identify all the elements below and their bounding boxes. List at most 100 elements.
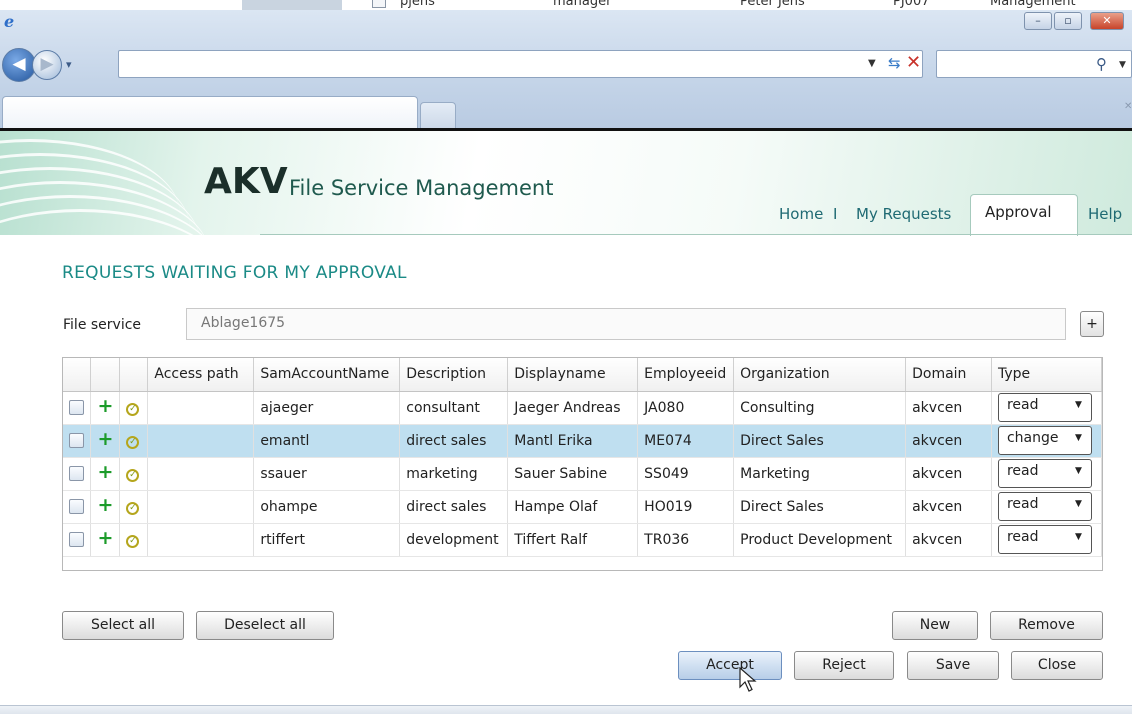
tab-close-icon[interactable]: ✕ [1124,101,1132,112]
type-select-value: read [1006,463,1039,479]
cell-employeeid: ME074 [637,424,735,458]
type-select[interactable]: change ▼ [997,426,1092,455]
row-checkbox[interactable] [69,433,84,448]
nav-home[interactable]: Home [779,205,823,223]
cell-organization: Consulting [733,391,907,425]
refresh-icon[interactable]: ⇆ [888,54,901,72]
table-row[interactable]: + ✓ emantl direct sales Mantl Erika ME074 Dire… [63,424,1102,458]
maximize-button[interactable]: ▫ [1054,12,1082,30]
row-checkbox-cell [63,391,92,425]
add-file-service-button[interactable]: + [1080,311,1104,337]
deselect-all-button[interactable]: Deselect all [196,611,334,640]
column-header-employeeid[interactable]: Employeeid [637,358,735,392]
table-row[interactable]: + ✓ ajaeger consultant Jaeger Andreas JA080 Co… [63,391,1102,425]
row-checkbox[interactable] [69,499,84,514]
window-close-button[interactable]: ✕ [1090,12,1124,30]
type-select-value: read [1006,496,1039,512]
table-row[interactable]: + ✓ rtiffert development Tiffert Ralf TR036 Pr… [63,523,1102,557]
add-icon[interactable]: + [97,527,113,549]
column-header-domain[interactable]: Domain [905,358,992,392]
file-service-label: File service [63,317,142,333]
search-icon[interactable]: ⚲ [1096,55,1107,73]
add-icon[interactable]: + [97,395,113,417]
approved-check-icon: ✓ [126,469,140,482]
cell-description: consultant [399,391,509,425]
header-status [119,358,149,392]
row-status-cell: ✓ [119,391,149,425]
background-username: pjens [400,0,435,9]
column-header-organization[interactable]: Organization [733,358,907,392]
cell-access-path [147,424,255,458]
cell-organization: Direct Sales [733,490,907,524]
approved-check-icon: ✓ [126,436,140,449]
column-header-description[interactable]: Description [399,358,509,392]
cell-displayname: Jaeger Andreas [507,391,639,425]
row-add-cell: + [90,424,121,458]
back-button[interactable]: ◀ [2,48,36,82]
table-row[interactable]: + ✓ ohampe direct sales Hampe Olaf HO019 Direc… [63,490,1102,524]
cell-domain: akvcen [905,391,992,425]
reject-button[interactable]: Reject [794,651,894,680]
type-select[interactable]: read ▼ [997,492,1092,521]
row-add-cell: + [90,391,121,425]
add-icon[interactable]: + [97,494,113,516]
cell-domain: akvcen [905,523,992,557]
row-add-cell: + [90,457,121,491]
minimize-button[interactable]: – [1024,12,1052,30]
add-icon[interactable]: + [97,461,113,483]
cell-access-path [147,523,255,557]
browser-tab-row: ✕ [0,96,1132,128]
row-status-cell: ✓ [119,424,149,458]
nav-approval-tab[interactable]: Approval [970,194,1078,236]
file-service-field[interactable]: Ablage1675 [186,308,1066,340]
background-app-row: pjens manager Peter Jens PJ007 Managemen… [0,0,1132,10]
background-id: PJ007 [893,0,930,9]
background-header-block [242,0,342,10]
stop-icon[interactable]: ✕ [906,52,921,73]
row-checkbox[interactable] [69,466,84,481]
address-bar[interactable] [118,50,923,78]
column-header-displayname[interactable]: Displayname [507,358,639,392]
search-dropdown-icon[interactable]: ▼ [1119,60,1126,70]
approved-check-icon: ✓ [126,502,140,515]
cell-sam: emantl [253,424,401,458]
type-select-value: change [1006,430,1059,446]
cell-sam: ajaeger [253,391,401,425]
type-select[interactable]: read ▼ [997,525,1092,554]
row-checkbox[interactable] [69,532,84,547]
cell-type: read ▼ [991,490,1102,524]
app-page: AKV File Service Management Home I My Re… [0,128,1132,714]
row-checkbox-cell [63,424,92,458]
background-role: manager [553,0,612,9]
remove-button[interactable]: Remove [990,611,1103,640]
nav-my-requests[interactable]: My Requests [856,205,951,223]
cell-organization: Product Development [733,523,907,557]
cell-access-path [147,391,255,425]
row-checkbox[interactable] [69,400,84,415]
type-select[interactable]: read ▼ [997,393,1092,422]
add-icon[interactable]: + [97,428,113,450]
new-button[interactable]: New [892,611,978,640]
table-row[interactable]: + ✓ ssauer marketing Sauer Sabine SS049 Market… [63,457,1102,491]
nav-help[interactable]: Help [1088,205,1122,223]
forward-button[interactable]: ▶ [32,50,62,80]
address-dropdown-icon[interactable]: ▼ [868,58,876,69]
close-button[interactable]: Close [1011,651,1103,680]
row-checkbox-cell [63,523,92,557]
type-select[interactable]: read ▼ [997,459,1092,488]
column-header-access-path[interactable]: Access path [147,358,255,392]
select-all-button[interactable]: Select all [62,611,184,640]
cell-sam: ohampe [253,490,401,524]
history-dropdown-icon[interactable]: ▾ [66,58,72,71]
save-button[interactable]: Save [907,651,999,680]
type-select-value: read [1006,529,1039,545]
cell-organization: Marketing [733,457,907,491]
cell-description: marketing [399,457,509,491]
browser-status-bar [0,705,1132,714]
mouse-pointer-icon [739,667,757,692]
accept-button[interactable]: Accept [678,651,782,680]
browser-tab-active[interactable] [2,96,418,128]
new-tab-button[interactable] [420,102,456,128]
column-header-type[interactable]: Type [991,358,1102,392]
column-header-samaccountname[interactable]: SamAccountName [253,358,401,392]
